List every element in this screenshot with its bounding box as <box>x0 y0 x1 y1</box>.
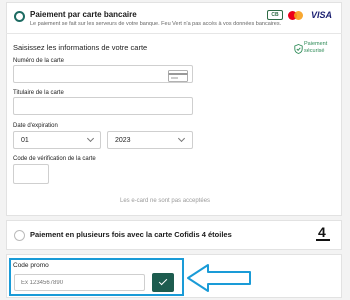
mastercard-logo-icon-overlap <box>294 11 303 20</box>
card-payment-radio[interactable] <box>14 11 25 22</box>
card-holder-field[interactable] <box>13 97 193 115</box>
installments-radio[interactable] <box>14 230 25 241</box>
ecard-notice: Les e-card ne sont pas acceptées <box>120 198 211 204</box>
secure-payment-label: Paiement sécurisé <box>304 41 328 54</box>
expiry-month-select[interactable]: 01 <box>13 131 101 149</box>
annotation-arrow-icon <box>186 262 252 294</box>
cofidis-logo-underline <box>316 239 330 241</box>
cb-logo-icon: CB <box>267 10 283 20</box>
card-number-field[interactable] <box>13 65 193 83</box>
visa-logo-icon: VISA <box>311 10 333 20</box>
card-payment-title: Paiement par carte bancaire <box>30 10 137 19</box>
expiry-label: Date d'expiration <box>13 123 58 129</box>
installments-title: Paiement en plusieurs fois avec la carte… <box>30 230 232 239</box>
divider <box>6 33 342 34</box>
promo-submit-button[interactable] <box>152 273 174 292</box>
check-icon <box>158 276 168 286</box>
chevron-down-icon <box>86 134 95 143</box>
expiry-year-value: 2023 <box>115 137 131 144</box>
expiry-year-select[interactable]: 2023 <box>107 131 193 149</box>
cvv-field[interactable] <box>13 164 49 184</box>
expiry-month-value: 01 <box>21 137 29 144</box>
cvv-label: Code de vérification de la carte <box>13 156 96 162</box>
card-payment-subtitle: Le paiement se fait sur les serveurs de … <box>30 21 282 27</box>
cofidis-logo-icon: 4 <box>318 224 326 240</box>
shield-check-icon <box>294 41 303 54</box>
promo-label: Code promo <box>13 262 49 269</box>
chevron-down-icon <box>177 134 186 143</box>
credit-card-icon <box>168 69 188 82</box>
card-holder-label: Titulaire de la carte <box>13 90 64 96</box>
card-number-label: Numéro de la carte <box>13 58 65 64</box>
card-info-heading: Saisissez les informations de votre cart… <box>13 43 148 52</box>
promo-code-input[interactable] <box>14 274 145 291</box>
